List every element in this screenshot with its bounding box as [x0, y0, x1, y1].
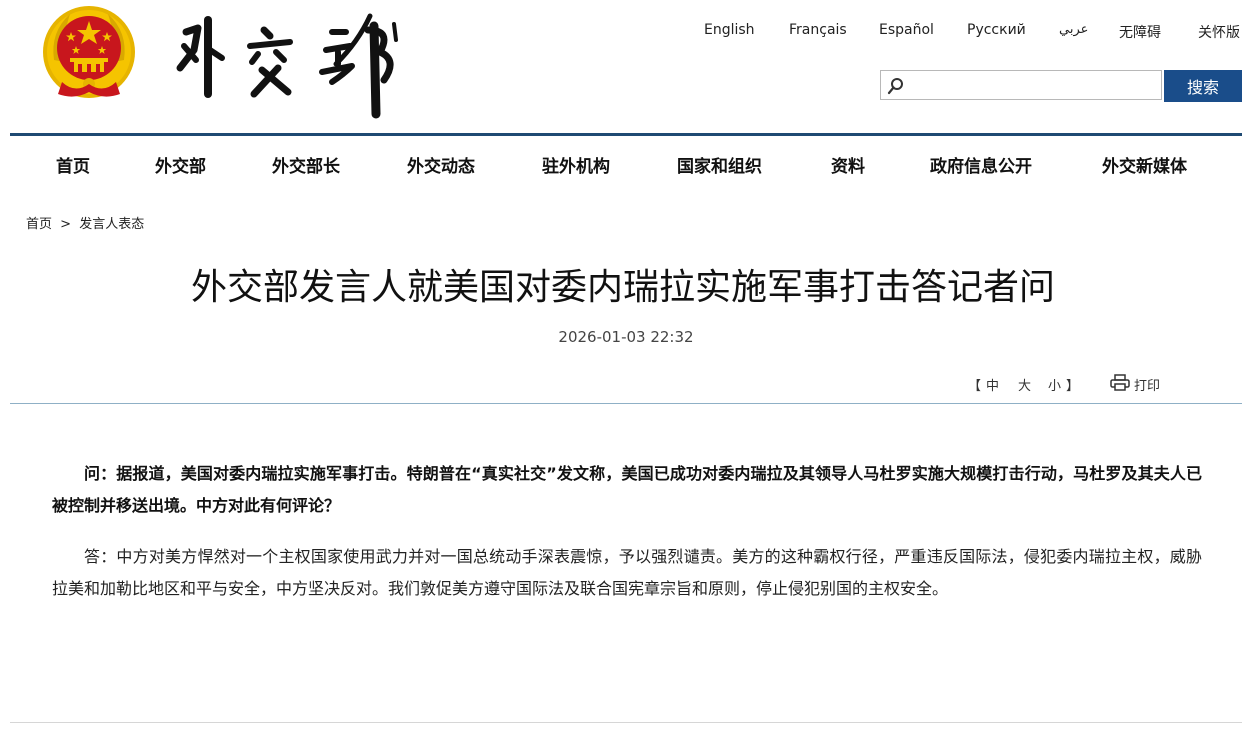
- breadcrumb-spokesperson-link[interactable]: 发言人表态: [79, 217, 144, 232]
- site-logo-calligraphy[interactable]: [172, 2, 412, 120]
- nav-item-countries-organizations[interactable]: 国家和组织: [677, 152, 762, 177]
- nav-item-diplomatic-news[interactable]: 外交动态: [407, 152, 475, 177]
- search-input[interactable]: [909, 73, 1161, 99]
- lang-spanish-link[interactable]: Español: [879, 22, 934, 38]
- nav-item-government-info[interactable]: 政府信息公开: [930, 152, 1032, 177]
- nav-item-ministry[interactable]: 外交部: [155, 152, 206, 177]
- printer-icon: [1110, 374, 1130, 391]
- print-label: 打印: [1134, 379, 1161, 394]
- nav-item-new-media[interactable]: 外交新媒体: [1102, 152, 1187, 177]
- question-paragraph: 问：据报道，美国对委内瑞拉实施军事打击。特朗普在“真实社交”发文称，美国已成功对…: [52, 464, 1202, 515]
- lang-english-link[interactable]: English: [704, 22, 755, 38]
- font-size-large-button[interactable]: 大: [1018, 375, 1031, 394]
- search-button[interactable]: 搜索: [1164, 70, 1242, 102]
- breadcrumb: 首页 > 发言人表态: [26, 213, 144, 232]
- publish-date: 2026-01-03 22:32: [558, 328, 694, 346]
- font-size-medium-button[interactable]: 中: [986, 375, 999, 394]
- content-divider: [10, 403, 1242, 404]
- font-size-bracket-close: 】: [1066, 379, 1080, 394]
- care-version-link[interactable]: 关怀版: [1198, 22, 1240, 42]
- nav-item-resources[interactable]: 资料: [831, 152, 865, 177]
- nav-item-missions-abroad[interactable]: 驻外机构: [542, 152, 610, 177]
- accessibility-link[interactable]: 无障碍: [1119, 22, 1161, 42]
- site-header: English Français Español Русский عربي 无障…: [0, 0, 1246, 132]
- language-bar: English Français Español Русский عربي 无障…: [686, 22, 1246, 42]
- search-box: [880, 70, 1162, 100]
- nav-item-minister[interactable]: 外交部长: [272, 152, 340, 177]
- search-icon: [887, 78, 903, 95]
- font-size-small-button[interactable]: 小: [1048, 375, 1061, 394]
- lang-arabic-link[interactable]: عربي: [1059, 22, 1088, 37]
- breadcrumb-home-link[interactable]: 首页: [26, 217, 52, 232]
- lang-french-link[interactable]: Français: [789, 22, 847, 38]
- font-size-bracket-open: 【: [968, 379, 982, 394]
- nav-item-home[interactable]: 首页: [56, 152, 90, 177]
- lang-russian-link[interactable]: Русский: [967, 22, 1026, 38]
- answer-paragraph: 答：中方对美方悍然对一个主权国家使用武力并对一国总统动手深表震惊，予以强烈谴责。…: [52, 547, 1202, 598]
- main-nav: 首页 外交部 外交部长 外交动态 驻外机构 国家和组织 资料 政府信息公开 外交…: [10, 136, 1242, 188]
- breadcrumb-separator: >: [60, 217, 72, 232]
- national-emblem-icon[interactable]: [40, 2, 138, 102]
- page-title: 外交部发言人就美国对委内瑞拉实施军事打击答记者问: [190, 267, 1055, 308]
- bottom-divider: [10, 722, 1242, 723]
